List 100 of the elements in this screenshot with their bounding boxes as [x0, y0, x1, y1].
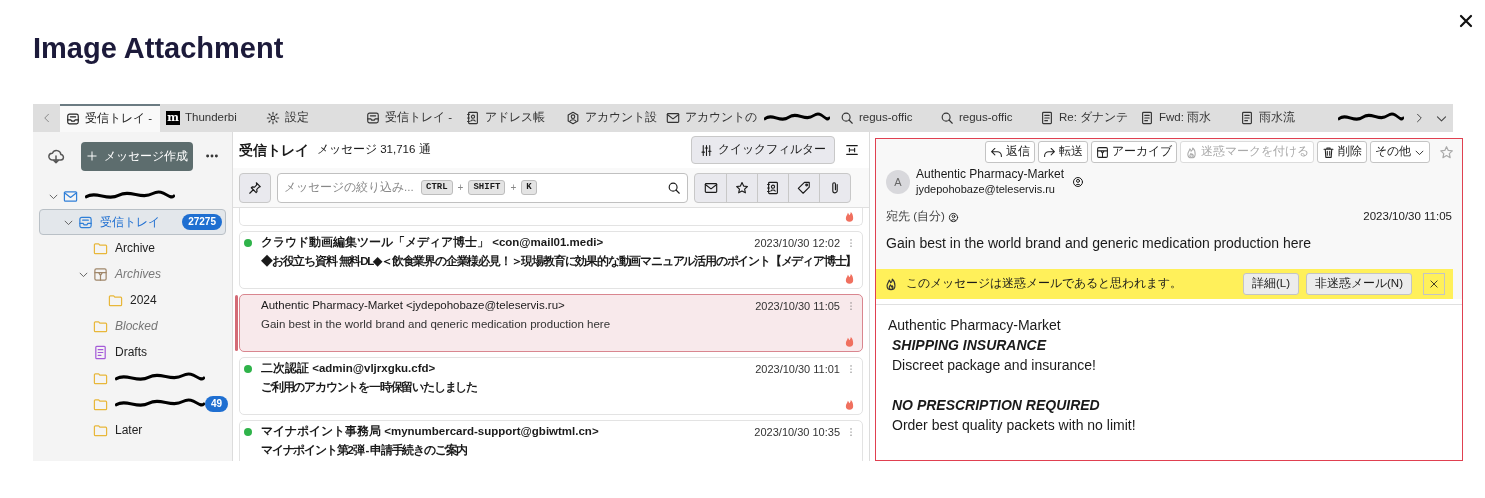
unread-count-badge: 27275	[182, 214, 222, 230]
subject-text: Gain best in the world brand and generic medication production here	[885, 234, 1312, 253]
folder-label: Blocked	[115, 318, 158, 335]
archive-box-icon	[1096, 145, 1109, 159]
sender-email: jydepohobaze@teleservis.ru	[916, 182, 1056, 197]
drafts-icon	[93, 344, 108, 360]
flame-icon	[1185, 145, 1198, 159]
trash-icon	[1322, 145, 1335, 159]
cloud-download-icon	[47, 147, 65, 165]
sender-text: Authentic Pharmacy-Market <jydepohobaze@teleservis.ru>	[261, 298, 565, 314]
close-icon	[1429, 279, 1439, 289]
plus-sign: +	[457, 181, 464, 195]
not-junk-button[interactable]: 非迷惑メール(N)	[1306, 273, 1412, 295]
shortcut-key: CTRL	[421, 179, 453, 196]
tab[interactable]: Re: ダナンテ	[1034, 104, 1134, 132]
junk-warning-text: このメッセージは迷惑メールであると思われます。	[906, 276, 1182, 292]
folder-label: Archive	[115, 240, 155, 257]
subject-text: Gain best in the world brand and qeneric medication production here	[260, 317, 612, 332]
selection-bar	[235, 295, 238, 351]
search-bar[interactable]: メッセージの絞り込み... CTRL + SHIFT + K	[277, 172, 688, 203]
tab[interactable]: アドレス帳	[460, 104, 560, 132]
message-card[interactable]: クラウド動画編集ツール「メディア博士」 <con@mail01.medi> 2023/10/30 12:02 ◆お役立ち資料 無料DL◆＜飲食業界の企業様必見！＞現場教育に効果的な動画マニュアル活用のポイント【メディア博士】	[239, 231, 863, 289]
sliders-icon	[700, 143, 713, 157]
layout-button[interactable]	[845, 143, 859, 157]
settings-icon	[266, 111, 280, 125]
tab[interactable]: Fwd: 雨水	[1134, 104, 1234, 132]
archive-box-icon	[93, 266, 108, 282]
message-card[interactable]: 二次認証 <admin@vljrxgku.cfd> 2023/10/30 11:01 ご利用のアカウントを一時保留いたしました	[239, 357, 863, 415]
body-text: Discreet package and insurance!	[891, 356, 1097, 375]
envelope-icon	[703, 180, 718, 195]
search-icon	[940, 111, 954, 125]
folder-item[interactable]: Archive	[39, 235, 226, 261]
archive-button[interactable]: アーカイブ	[1091, 141, 1177, 163]
search-icon	[840, 111, 854, 125]
date-text: 2023/10/30 11:05	[755, 298, 840, 314]
body-text: Authentic Pharmacy-Market	[888, 316, 1062, 335]
reply-icon	[990, 145, 1003, 159]
date-text: 2023/10/30 10:35	[754, 424, 840, 440]
date-text: 2023/10/30 11:01	[755, 361, 840, 377]
folder-title: 受信トレイ	[239, 140, 309, 160]
plus-sign: +	[510, 181, 517, 195]
shortcut-key: K	[521, 179, 537, 196]
message-count: メッセージ 31,716 通	[317, 142, 431, 158]
pin-button[interactable]	[239, 172, 271, 203]
folder-item[interactable]: Later	[39, 417, 226, 443]
avatar: A	[886, 170, 910, 194]
folder-item[interactable]: 受信トレイ 27275	[39, 209, 226, 235]
folder-item[interactable]: 49	[39, 391, 226, 417]
folder-label: Archives	[115, 266, 161, 283]
message-card[interactable]: マイナポイント事務局 <mynumbercard-support@gbiwtml.cn> 2023/10/30 10:35 マイナポイント第2弾 - 申請手続きのご案内	[239, 420, 863, 461]
dialog-title: Image Attachment	[33, 31, 284, 66]
document-icon	[1240, 111, 1254, 125]
star-icon	[1439, 144, 1454, 160]
tab[interactable]: 受信トレイ -	[60, 104, 160, 132]
folder-icon	[108, 292, 123, 308]
body-text: Order best quality packets with no limit!	[891, 416, 1137, 435]
compose-button[interactable]: メッセージ作成	[81, 141, 193, 171]
tab[interactable]: 雨水流	[1234, 104, 1334, 132]
recipient-text: 宛先 (自分)	[886, 209, 945, 225]
tab[interactable]: m Thunderbi	[160, 104, 260, 132]
delete-button[interactable]: 削除	[1317, 141, 1367, 163]
folder-item[interactable]: Blocked	[39, 313, 226, 339]
inbox-icon	[66, 112, 80, 126]
reply-button[interactable]: 返信	[985, 141, 1035, 163]
forward-button[interactable]: 転送	[1038, 141, 1088, 163]
tab[interactable]: 受信トレイ -	[360, 104, 460, 132]
subject-text: マイナポイント第2弾 - 申請手続きのご案内	[260, 442, 469, 459]
close-button[interactable]	[1423, 273, 1445, 295]
address-book-icon	[466, 111, 480, 125]
tab[interactable]: regus-offic	[934, 104, 1034, 132]
document-icon	[1140, 111, 1154, 125]
details-button[interactable]: 詳細(L)	[1242, 273, 1300, 295]
inbox-icon	[78, 214, 93, 230]
tab[interactable]: regus-offic	[834, 104, 934, 132]
folder-icon	[93, 422, 108, 438]
star-button[interactable]	[1439, 144, 1454, 160]
folder-label: Drafts	[115, 344, 147, 361]
folder-item[interactable]: Drafts	[39, 339, 226, 365]
flame-icon	[884, 277, 898, 291]
folder-icon	[93, 370, 108, 386]
shortcut-key: SHIFT	[468, 179, 506, 196]
quick-filter-button[interactable]: クイックフィルター	[691, 136, 835, 164]
more-actions-button[interactable]: その他	[1370, 141, 1430, 163]
contact-icon	[947, 211, 959, 223]
search-field[interactable]: メッセージの絞り込み...	[284, 178, 416, 197]
tab[interactable]: アカウント設	[560, 104, 660, 132]
cloud-button[interactable]	[47, 147, 65, 165]
tab[interactable]: 設定	[260, 104, 360, 132]
body-heading: NO PRESCRIPTION REQUIRED	[891, 396, 1101, 415]
folder-item[interactable]: Archives	[39, 261, 226, 287]
contact-icon	[1072, 176, 1085, 188]
tab[interactable]: アカウントの	[660, 104, 760, 132]
unread-count-badge: 49	[205, 396, 229, 412]
subject-text: ◆お役立ち資料 無料DL◆＜飲食業界の企業様必見！＞現場教育に効果的な動画マニュアル活用のポイント【メディア博士】	[260, 253, 856, 270]
subject-text: ご利用のアカウントを一時保留いたしました	[260, 380, 478, 396]
envelope-icon	[666, 111, 680, 125]
folder-item[interactable]: 2024	[39, 287, 226, 313]
folder-label: Later	[115, 422, 143, 439]
account-envelope-icon	[63, 188, 78, 204]
folder-icon	[93, 396, 108, 412]
